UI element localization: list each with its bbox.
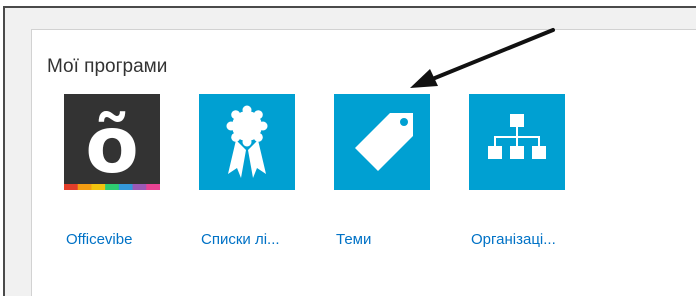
org-chart-icon	[469, 94, 565, 190]
app-tile-organization[interactable]	[469, 94, 565, 190]
officevibe-stripe-segment	[105, 184, 120, 190]
officevibe-stripe-segment	[118, 184, 134, 190]
tag-icon	[334, 94, 430, 190]
app-label-officevibe[interactable]: Officevibe	[66, 231, 132, 248]
officevibe-stripe-segment	[77, 184, 92, 190]
section-title: Мої програми	[47, 56, 168, 77]
officevibe-stripe-segment	[146, 184, 160, 190]
app-label-themes[interactable]: Теми	[336, 231, 371, 248]
app-tile-officevibe[interactable]: õ	[64, 94, 160, 190]
officevibe-stripe-segment	[64, 184, 79, 190]
officevibe-glyph: õ	[85, 101, 139, 190]
app-tile-themes[interactable]	[334, 94, 430, 190]
app-label-organization[interactable]: Організаці...	[471, 231, 556, 248]
officevibe-logo-icon: õ	[64, 94, 160, 190]
officevibe-stripe-segment	[132, 184, 147, 190]
ribbon-award-icon	[199, 94, 295, 190]
officevibe-stripe-segment	[91, 184, 106, 190]
app-label-lists[interactable]: Списки лі...	[201, 231, 280, 248]
app-tile-lists[interactable]	[199, 94, 295, 190]
